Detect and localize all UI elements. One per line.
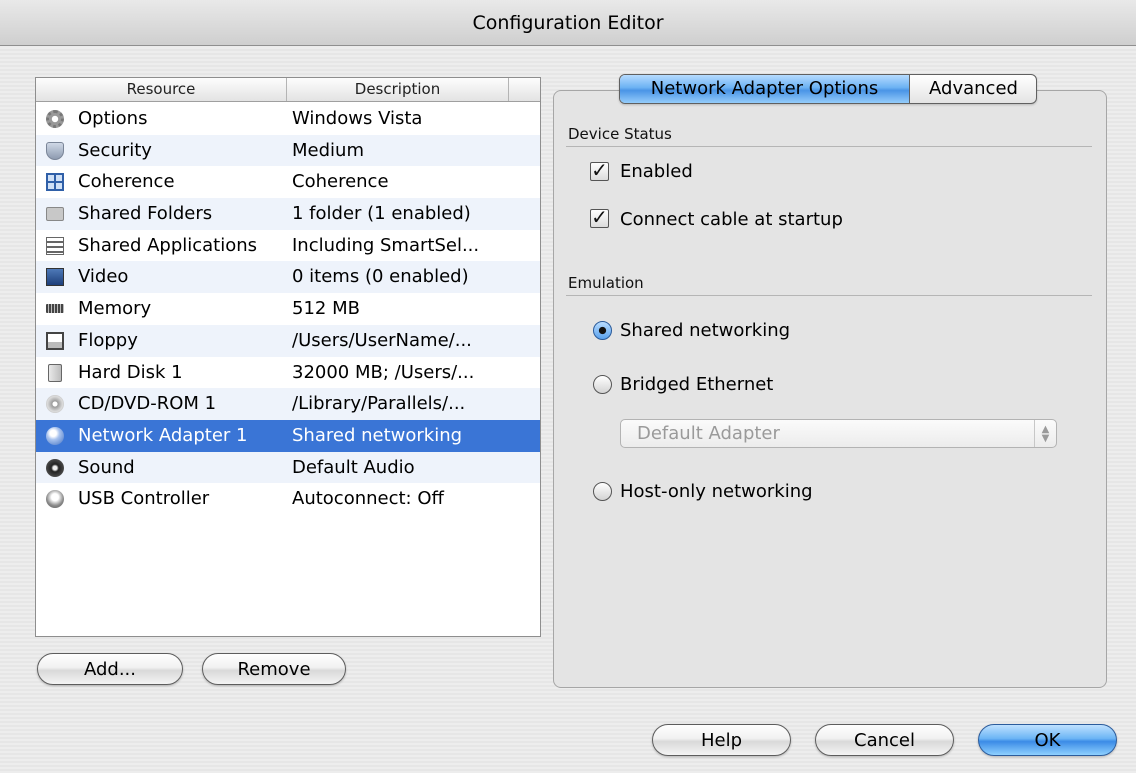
bridged-ethernet-radio[interactable] [593,375,612,394]
list-header: Resource Description [36,78,540,102]
network-icon [46,426,64,445]
row-desc: Autoconnect: Off [292,488,444,510]
folder-icon [46,207,64,222]
speaker-icon [46,458,64,477]
list-row-network-adapter[interactable]: Network Adapter 1 Shared networking [36,419,540,452]
chevron-updown-icon: ▲ ▼ [1034,420,1056,447]
coherence-icon [46,173,64,192]
shield-icon [46,141,64,160]
row-name: USB Controller [78,488,210,510]
shared-networking-label[interactable]: Shared networking [620,320,790,341]
device-status-heading: Device Status [568,125,672,143]
resource-list[interactable]: Resource Description Options Windows Vis… [35,77,541,637]
row-desc: 512 MB [292,298,360,320]
row-name: Shared Folders [78,203,213,225]
list-row-video[interactable]: Video 0 items (0 enabled) [36,261,540,294]
row-name: Coherence [78,171,175,193]
list-row-floppy[interactable]: Floppy /Users/UserName/... [36,324,540,357]
row-name: Hard Disk 1 [78,361,183,383]
list-row-shared-folders[interactable]: Shared Folders 1 folder (1 enabled) [36,198,540,230]
remove-button[interactable]: Remove [202,653,346,685]
row-desc: Shared networking [292,424,463,446]
row-desc: /Users/UserName/... [292,329,472,351]
row-desc: 1 folder (1 enabled) [292,203,471,225]
window-title: Configuration Editor [0,0,1136,46]
row-name: Floppy [78,329,138,351]
enabled-checkbox[interactable]: ✓ [590,160,609,181]
panel-tabs: Network Adapter Options Advanced [619,74,1037,104]
row-name: Options [78,108,148,129]
adapter-select-value: Default Adapter [637,423,780,444]
emulation-heading: Emulation [568,274,644,292]
row-name: Sound [78,456,135,478]
row-desc: 32000 MB; /Users/... [292,361,475,383]
row-desc: Windows Vista [292,108,423,129]
add-button[interactable]: Add... [37,653,183,685]
list-row-memory[interactable]: Memory 512 MB [36,293,540,325]
connect-cable-label[interactable]: Connect cable at startup [620,209,843,230]
list-row-sound[interactable]: Sound Default Audio [36,451,540,484]
row-desc: Including SmartSel... [292,234,480,256]
cancel-button[interactable]: Cancel [815,724,954,756]
list-row-security[interactable]: Security Medium [36,134,540,167]
divider [566,146,1092,147]
row-desc: Default Audio [292,456,415,478]
column-header-resource[interactable]: Resource [36,78,287,101]
list-row-usb-controller[interactable]: USB Controller Autoconnect: Off [36,483,540,515]
row-desc: Medium [292,139,364,161]
host-only-networking-label[interactable]: Host-only networking [620,481,813,502]
divider [566,295,1092,296]
row-desc: Coherence [292,171,389,193]
row-name: Memory [78,298,152,320]
floppy-icon [46,331,64,350]
ok-button[interactable]: OK [978,724,1117,756]
list-row-options[interactable]: Options Windows Vista [36,103,540,135]
row-name: Security [78,139,152,161]
row-desc: 0 items (0 enabled) [292,266,469,288]
help-button[interactable]: Help [652,724,791,756]
cd-icon [46,395,64,414]
shared-networking-radio[interactable] [593,321,612,340]
gear-icon [46,110,64,128]
adapter-select: Default Adapter ▲ ▼ [620,419,1057,448]
usb-icon [46,490,64,509]
row-desc: /Library/Parallels/... [292,393,466,415]
applications-icon [46,236,64,255]
hard-disk-icon [48,363,62,382]
list-row-hard-disk[interactable]: Hard Disk 1 32000 MB; /Users/... [36,357,540,389]
memory-chip-icon [46,304,64,314]
row-name: CD/DVD-ROM 1 [78,393,217,415]
column-header-description[interactable]: Description [287,78,509,101]
row-name: Network Adapter 1 [78,424,248,446]
list-row-shared-applications[interactable]: Shared Applications Including SmartSel..… [36,230,540,262]
bridged-ethernet-label[interactable]: Bridged Ethernet [620,374,773,395]
enabled-label[interactable]: Enabled [620,161,693,182]
monitor-icon [46,268,64,287]
host-only-networking-radio[interactable] [593,482,612,501]
list-row-coherence[interactable]: Coherence Coherence [36,166,540,198]
row-name: Video [78,266,129,288]
connect-cable-checkbox[interactable]: ✓ [590,207,609,228]
row-name: Shared Applications [78,234,258,256]
list-rows: Options Windows Vista Security Medium Co… [36,103,540,515]
tab-network-adapter-options[interactable]: Network Adapter Options [620,75,910,103]
tab-advanced[interactable]: Advanced [911,75,1036,103]
list-row-cd-dvd[interactable]: CD/DVD-ROM 1 /Library/Parallels/... [36,388,540,420]
